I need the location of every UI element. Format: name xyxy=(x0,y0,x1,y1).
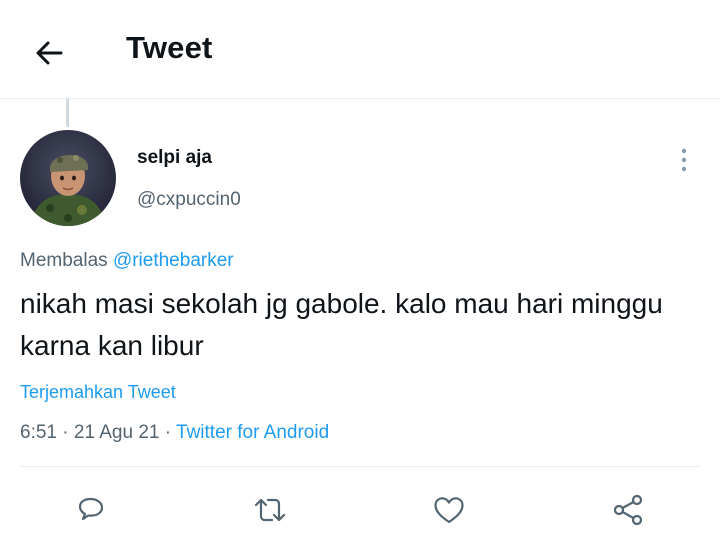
tweet-time[interactable]: 6:51 xyxy=(20,422,57,443)
share-icon xyxy=(613,494,643,526)
tweet-source[interactable]: Twitter for Android xyxy=(176,422,329,443)
author-handle[interactable]: @cxpuccin0 xyxy=(137,189,241,211)
tweet-text: nikah masi sekolah jg gabole. kalo mau h… xyxy=(20,288,663,361)
thread-connector-line xyxy=(66,99,69,127)
top-bar: Tweet xyxy=(0,0,720,99)
meta-separator: · xyxy=(164,422,172,443)
like-icon xyxy=(434,497,464,524)
replying-to: Membalas @riethebarker xyxy=(20,250,234,272)
page-title: Tweet xyxy=(126,30,213,65)
arrow-left-icon xyxy=(36,41,63,65)
retweet-button[interactable] xyxy=(250,490,290,530)
more-options-button[interactable] xyxy=(668,144,700,176)
avatar[interactable] xyxy=(20,130,116,226)
retweet-icon xyxy=(254,498,286,522)
meta-separator: · xyxy=(62,422,69,443)
tweet-metadata: 6:51 · 21 Agu 21 · Twitter for Android xyxy=(20,422,329,444)
back-button[interactable] xyxy=(26,30,72,76)
translate-tweet-link[interactable]: Terjemahkan Tweet xyxy=(20,382,176,403)
like-button[interactable] xyxy=(429,490,469,530)
replying-to-mention[interactable]: @riethebarker xyxy=(113,250,234,271)
author-display-name[interactable]: selpi aja xyxy=(137,147,212,169)
reply-button[interactable] xyxy=(71,490,111,530)
replying-to-label: Membalas xyxy=(20,250,108,271)
avatar-image xyxy=(20,130,116,226)
tweet-date[interactable]: 21 Agu 21 xyxy=(74,422,160,443)
share-button[interactable] xyxy=(608,490,648,530)
divider xyxy=(20,466,700,467)
reply-icon xyxy=(78,497,104,521)
more-vertical-icon xyxy=(681,148,687,172)
